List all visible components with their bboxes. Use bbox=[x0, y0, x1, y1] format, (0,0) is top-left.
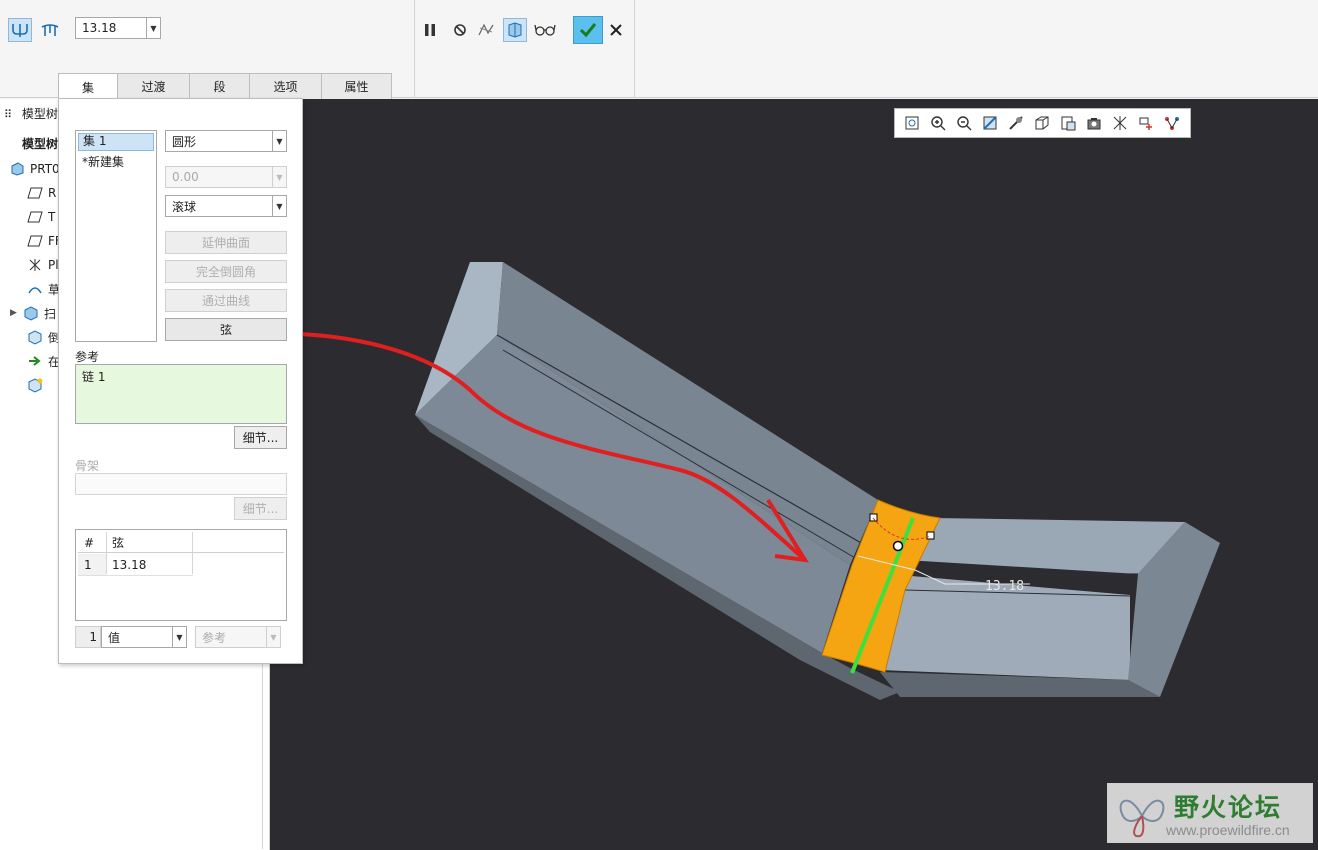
saved-orientations-icon[interactable] bbox=[1029, 111, 1055, 135]
model-tree-header[interactable]: ⠿ 模型树 bbox=[4, 105, 58, 122]
perspective-icon[interactable] bbox=[1081, 111, 1107, 135]
expand-arrow-icon[interactable]: ▶ bbox=[10, 308, 22, 318]
datum-plane-icon bbox=[26, 185, 44, 201]
verify-mode-icon[interactable] bbox=[503, 18, 527, 42]
tab-pieces[interactable]: 段 bbox=[189, 73, 250, 99]
dashboard-tabs: 集 过渡 段 选项 属性 bbox=[58, 73, 392, 100]
sketch-icon bbox=[26, 281, 44, 297]
chevron-down-icon[interactable]: ▼ bbox=[172, 627, 186, 647]
divider bbox=[78, 575, 193, 576]
tab-properties[interactable]: 属性 bbox=[321, 73, 392, 99]
tab-transitions[interactable]: 过渡 bbox=[117, 73, 190, 99]
part-icon bbox=[8, 161, 26, 177]
tree-layout-icon: ⠿ bbox=[4, 108, 13, 121]
tree-item-datum-plane[interactable]: FF bbox=[26, 231, 62, 251]
ok-check-icon[interactable] bbox=[573, 16, 603, 44]
divider bbox=[192, 532, 193, 574]
chord-table[interactable]: # 弦 1 13.18 bbox=[75, 529, 287, 621]
chord-button[interactable]: 弦 bbox=[165, 318, 287, 341]
references-label: 参考 bbox=[75, 350, 100, 364]
through-curve-button: 通过曲线 bbox=[165, 289, 287, 312]
geometry-preview-icon[interactable] bbox=[474, 18, 498, 42]
view-manager-icon[interactable] bbox=[1055, 111, 1081, 135]
tree-item-datum-plane[interactable]: R bbox=[26, 183, 56, 203]
repaint-icon[interactable] bbox=[977, 111, 1003, 135]
set-list[interactable]: 集 1 *新建集 bbox=[75, 130, 157, 342]
divider bbox=[634, 0, 635, 98]
tree-item-csys[interactable]: Pl bbox=[26, 255, 59, 275]
reference-type-select: 参考 ▼ bbox=[195, 626, 281, 648]
csys-icon bbox=[26, 257, 44, 273]
watermark-title: 野火论坛 bbox=[1174, 793, 1283, 822]
chevron-down-icon[interactable]: ▼ bbox=[272, 196, 286, 216]
tree-item-round[interactable]: 倒 bbox=[26, 327, 60, 347]
sets-panel: 集 1 *新建集 圆形 ▼ 0.00 ▼ 滚球 ▼ 延伸曲面 完全倒圆角 通过曲… bbox=[58, 98, 303, 664]
graphics-viewport[interactable] bbox=[270, 99, 1318, 850]
tree-item-insert-here[interactable]: 在 bbox=[26, 351, 60, 371]
model-tree-subheader: 模型树 bbox=[22, 137, 59, 151]
skeleton-label: 骨架 bbox=[75, 459, 100, 473]
skeleton-details-button: 细节... bbox=[234, 497, 287, 520]
references-details-button[interactable]: 细节... bbox=[234, 426, 287, 449]
tab-options[interactable]: 选项 bbox=[249, 73, 322, 99]
sweep-icon bbox=[22, 305, 40, 321]
full-round-button: 完全倒圆角 bbox=[165, 260, 287, 283]
cancel-x-icon[interactable] bbox=[604, 18, 628, 42]
round-transition-icon[interactable] bbox=[38, 18, 62, 42]
watermark-url: www.proewildfire.cn bbox=[1166, 822, 1290, 838]
chevron-down-icon[interactable]: ▼ bbox=[272, 131, 286, 151]
tree-item-sweep[interactable]: ▶ 扫 bbox=[10, 303, 56, 323]
radius-value-text: 13.18 bbox=[82, 21, 117, 35]
skeleton-collector bbox=[75, 473, 287, 495]
view-toolbar bbox=[894, 108, 1191, 138]
no-preview-icon[interactable] bbox=[448, 18, 472, 42]
tree-item-sketch[interactable]: 草 bbox=[26, 279, 60, 299]
round-new-icon bbox=[26, 377, 44, 393]
tree-item-part[interactable]: PRT0 bbox=[8, 159, 60, 179]
extend-surfaces-button: 延伸曲面 bbox=[165, 231, 287, 254]
reference-item[interactable]: 链 1 bbox=[82, 368, 280, 385]
table-row-num: 1 bbox=[78, 554, 106, 575]
tree-item-new-round[interactable] bbox=[26, 375, 48, 395]
row-index: 1 bbox=[75, 626, 101, 648]
conic-value-select: 0.00 ▼ bbox=[165, 166, 287, 188]
glasses-preview-icon[interactable] bbox=[533, 18, 557, 42]
display-style-icon[interactable] bbox=[1003, 111, 1029, 135]
table-row-value[interactable]: 13.18 bbox=[106, 554, 192, 575]
chevron-down-icon[interactable]: ▼ bbox=[146, 18, 160, 38]
refit-icon[interactable] bbox=[899, 111, 925, 135]
creation-method-select[interactable]: 滚球 ▼ bbox=[165, 195, 287, 217]
list-item[interactable]: 集 1 bbox=[78, 133, 154, 151]
cross-section-shape-select[interactable]: 圆形 ▼ bbox=[165, 130, 287, 152]
datum-plane-icon bbox=[26, 209, 44, 225]
table-header-num: # bbox=[84, 535, 95, 550]
chevron-down-icon: ▼ bbox=[272, 167, 286, 187]
radius-value-field[interactable]: 13.18 ▼ bbox=[75, 17, 161, 39]
tree-item-datum-plane[interactable]: T bbox=[26, 207, 55, 227]
tab-sets[interactable]: 集 bbox=[58, 73, 118, 100]
list-item[interactable]: *新建集 bbox=[76, 153, 156, 171]
datum-plane-icon bbox=[26, 233, 44, 249]
zoom-in-icon[interactable] bbox=[925, 111, 951, 135]
round-icon bbox=[26, 329, 44, 345]
watermark: 野火论坛 www.proewildfire.cn bbox=[1107, 783, 1313, 843]
value-type-select[interactable]: 值 ▼ bbox=[101, 626, 187, 648]
zoom-out-icon[interactable] bbox=[951, 111, 977, 135]
round-set-icon[interactable] bbox=[8, 18, 32, 42]
butterfly-logo-icon bbox=[1119, 799, 1165, 838]
ribbon-toolbar: 13.18 ▼ 集 过渡 段 选项 属性 bbox=[0, 0, 1318, 100]
chevron-down-icon: ▼ bbox=[266, 627, 280, 647]
insert-here-arrow-icon bbox=[26, 353, 44, 369]
references-collector[interactable]: 链 1 bbox=[75, 364, 287, 424]
divider bbox=[414, 0, 415, 98]
table-header-chord: 弦 bbox=[112, 536, 125, 550]
datum-display-icon[interactable] bbox=[1107, 111, 1133, 135]
annotation-display-icon[interactable] bbox=[1159, 111, 1185, 135]
spin-center-icon[interactable] bbox=[1133, 111, 1159, 135]
pause-icon[interactable] bbox=[418, 18, 442, 42]
